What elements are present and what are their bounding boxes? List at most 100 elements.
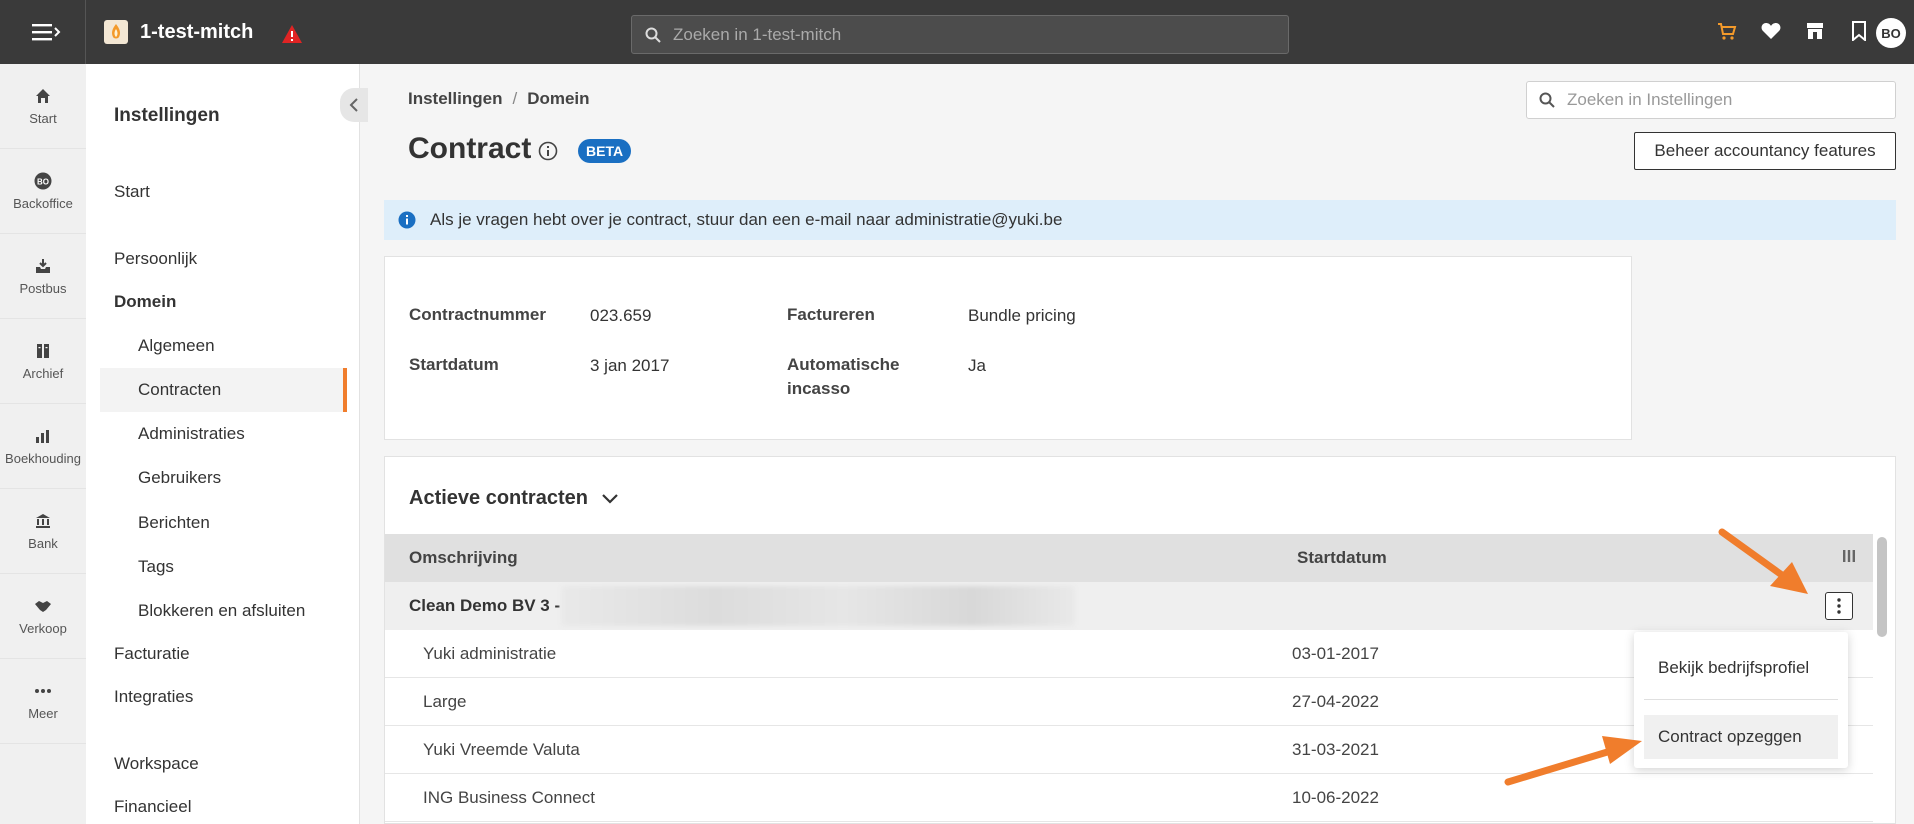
rail-label: Backoffice (13, 195, 73, 211)
search-icon (645, 27, 661, 43)
nav-item-algemeen[interactable]: Algemeen (138, 336, 215, 356)
kebab-icon (1837, 598, 1841, 614)
row-start-date: 03-01-2017 (1292, 644, 1379, 663)
billing-label: Factureren (787, 305, 875, 324)
rail-label: Boekhouding (5, 450, 81, 466)
nav-item-workspace[interactable]: Workspace (114, 754, 199, 774)
collapse-sidebar-button[interactable] (340, 88, 368, 122)
chart-icon (34, 427, 52, 445)
page-title: Contract (408, 132, 532, 165)
rail-item-backoffice[interactable]: BO Backoffice (0, 149, 86, 234)
start-date-label: Startdatum (409, 355, 499, 374)
nav-item-persoonlijk[interactable]: Persoonlijk (114, 249, 197, 269)
menu-icon[interactable] (26, 20, 66, 44)
store-icon[interactable] (1804, 20, 1826, 42)
archive-icon (34, 342, 52, 360)
more-actions-button[interactable] (1825, 592, 1853, 620)
bookmark-icon[interactable] (1848, 20, 1870, 42)
contract-number-value: 023.659 (590, 306, 652, 325)
breadcrumb: Instellingen / Domein (408, 89, 590, 109)
rail-label: Bank (28, 535, 58, 551)
view-company-profile-item[interactable]: Bekijk bedrijfsprofiel (1644, 646, 1838, 690)
rail-label: Verkoop (19, 620, 67, 636)
nav-item-tags[interactable]: Tags (138, 557, 174, 577)
nav-item-facturatie[interactable]: Facturatie (114, 644, 190, 664)
table-row[interactable]: ING Business Connect 10-06-2022 (385, 774, 1873, 822)
rail-item-meer[interactable]: Meer (0, 659, 86, 744)
svg-text:BO: BO (37, 177, 49, 186)
warning-icon[interactable] (281, 24, 303, 44)
rail-item-boekhouding[interactable]: Boekhouding (0, 404, 86, 489)
search-icon (1539, 92, 1555, 108)
active-contracts-toggle[interactable]: Actieve contracten (409, 487, 618, 510)
chevron-down-icon (602, 493, 618, 504)
nav-item-contracten[interactable]: Contracten (138, 380, 221, 400)
nav-item-gebruikers[interactable]: Gebruikers (138, 468, 221, 488)
rail-item-postbus[interactable]: Postbus (0, 234, 86, 319)
home-icon (34, 87, 52, 105)
nav-item-financieel[interactable]: Financieel (114, 797, 192, 817)
rail-item-archief[interactable]: Archief (0, 319, 86, 404)
rail-item-start[interactable]: Start (0, 64, 86, 149)
table-scrollbar[interactable] (1877, 537, 1887, 817)
heart-icon[interactable] (1760, 20, 1782, 42)
contract-details-card: Contractnummer 023.659 Factureren Bundle… (384, 256, 1632, 440)
cart-icon[interactable] (1716, 20, 1738, 42)
rail-item-bank[interactable]: Bank (0, 489, 86, 574)
start-date-value: 3 jan 2017 (590, 356, 670, 375)
billing-value: Bundle pricing (968, 306, 1076, 325)
column-start-date[interactable]: Startdatum (1297, 548, 1387, 568)
columns-icon[interactable] (1841, 548, 1861, 568)
chevron-left-icon (349, 98, 358, 112)
settings-sidebar (86, 64, 360, 824)
topbar-divider (85, 0, 86, 64)
settings-title: Instellingen (114, 105, 220, 126)
direct-debit-label-line1: Automatische (787, 355, 900, 374)
company-group-name: Clean Demo BV 3 - (409, 596, 561, 615)
nav-item-integraties[interactable]: Integraties (114, 687, 193, 707)
global-search[interactable] (631, 15, 1289, 54)
breadcrumb-current[interactable]: Domein (527, 89, 589, 109)
rail-label: Meer (28, 705, 58, 721)
nav-item-administraties[interactable]: Administraties (138, 424, 245, 444)
breadcrumb-root[interactable]: Instellingen (408, 89, 502, 109)
bank-icon (34, 512, 52, 530)
rail-label: Archief (22, 365, 64, 381)
beta-badge: BETA (578, 139, 632, 163)
row-start-date: 31-03-2021 (1292, 740, 1379, 759)
nav-item-start[interactable]: Start (114, 182, 150, 202)
avatar[interactable]: BO (1876, 18, 1906, 48)
info-banner: Als je vragen hebt over je contract, stu… (384, 200, 1896, 240)
direct-debit-label-line2: incasso (787, 379, 851, 398)
manage-features-button[interactable]: Beheer accountancy features (1634, 132, 1896, 170)
inbox-icon (34, 257, 52, 275)
row-description: Yuki Vreemde Valuta (423, 740, 580, 759)
app-rail: Start BO Backoffice Postbus Archief Boek… (0, 64, 86, 824)
company-group-row[interactable]: Clean Demo BV 3 - (385, 582, 1873, 630)
nav-item-blokkeren[interactable]: Blokkeren en afsluiten (138, 601, 305, 621)
breadcrumb-separator: / (512, 89, 518, 108)
row-description: Yuki administratie (423, 644, 557, 663)
column-description[interactable]: Omschrijving (409, 548, 518, 568)
info-icon[interactable] (538, 141, 558, 161)
scrollbar-thumb[interactable] (1877, 537, 1887, 637)
redacted-text (561, 586, 1075, 626)
info-circle-icon (398, 211, 416, 229)
rail-item-verkoop[interactable]: Verkoop (0, 574, 86, 659)
nav-item-domein[interactable]: Domein (114, 292, 176, 312)
global-search-input[interactable] (673, 24, 1273, 45)
company-name: 1-test-mitch (140, 20, 254, 43)
company-switcher[interactable]: 1-test-mitch (104, 20, 253, 44)
row-actions-menu: Bekijk bedrijfsprofiel Contract opzeggen (1634, 632, 1848, 768)
section-title: Actieve contracten (409, 487, 588, 509)
rail-label: Start (29, 110, 57, 126)
backoffice-icon: BO (34, 172, 52, 190)
cancel-contract-item[interactable]: Contract opzeggen (1644, 715, 1838, 759)
info-banner-text: Als je vragen hebt over je contract, stu… (430, 210, 1063, 229)
contract-number-label: Contractnummer (409, 305, 546, 324)
direct-debit-value: Ja (968, 356, 986, 375)
settings-search-input[interactable] (1567, 90, 1887, 110)
settings-search[interactable] (1526, 81, 1896, 119)
nav-item-berichten[interactable]: Berichten (138, 513, 210, 533)
handshake-icon (34, 597, 52, 615)
